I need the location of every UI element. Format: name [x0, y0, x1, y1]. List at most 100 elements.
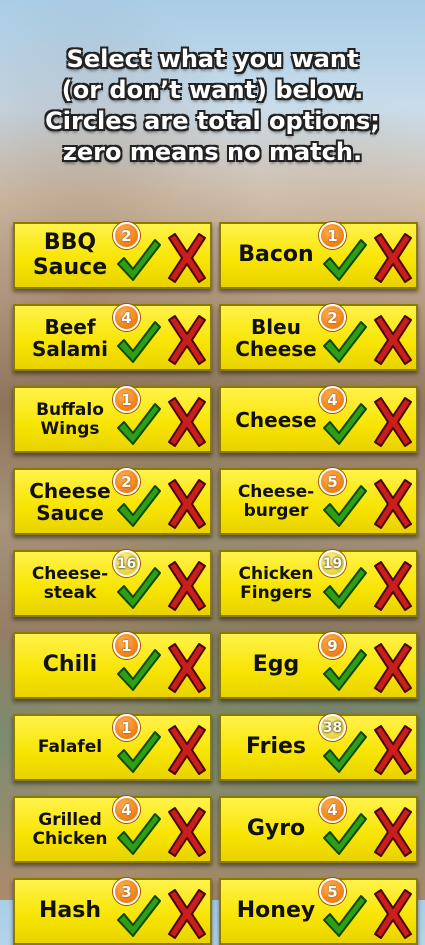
option-count-badge: 19 [319, 550, 346, 577]
option-label-line: Cheese [235, 336, 317, 361]
option-label-line: Gyro [246, 816, 306, 842]
option-label: Bleu Cheese [225, 306, 327, 369]
option-count-badge: 3 [113, 878, 140, 905]
x-mark-icon[interactable] [371, 478, 415, 530]
option-label-line: Egg [252, 652, 300, 678]
option-label-line: Grilled [38, 809, 102, 830]
option-card: Cheese Sauce 2 [13, 468, 212, 535]
option-label-line: Fingers [240, 582, 312, 603]
option-count-badge: 1 [319, 222, 346, 249]
option-label: Hash [19, 880, 121, 943]
option-label-line: Cheese [235, 407, 317, 432]
option-count-badge: 2 [113, 468, 140, 495]
option-card: Bleu Cheese 2 [219, 304, 418, 371]
option-label-line: Cheese- [237, 481, 315, 502]
option-label-line: Hash [38, 898, 101, 924]
option-count-badge: 1 [113, 632, 140, 659]
x-mark-icon[interactable] [371, 232, 415, 284]
option-label-line: Beef [44, 314, 96, 339]
x-mark-icon[interactable] [165, 396, 209, 448]
option-label: Cheese-steak [19, 552, 121, 615]
option-label-line: Cheese- [31, 563, 109, 584]
option-card: Grilled Chicken 4 [13, 796, 212, 863]
x-mark-icon[interactable] [165, 314, 209, 366]
x-mark-icon[interactable] [371, 806, 415, 858]
option-label: Honey [225, 880, 327, 943]
instruction-line: zero means no match. [62, 138, 363, 166]
x-mark-icon[interactable] [371, 314, 415, 366]
option-label: Egg [225, 634, 327, 697]
option-card: Gyro 4 [219, 796, 418, 863]
option-count-badge: 16 [113, 550, 140, 577]
option-card: Cheese 4 [219, 386, 418, 453]
option-label-line: Buffalo [36, 399, 104, 420]
option-count-badge: 1 [113, 714, 140, 741]
option-count-badge: 38 [319, 714, 346, 741]
x-mark-icon[interactable] [371, 396, 415, 448]
option-label: Cheese [225, 388, 327, 451]
option-label: Beef Salami [19, 306, 121, 369]
option-label-line: Honey [236, 898, 316, 924]
option-label: Chili [19, 634, 121, 697]
option-label-line: Chicken [32, 828, 108, 849]
option-count-badge: 9 [319, 632, 346, 659]
option-label-line: Cheese [29, 478, 111, 503]
option-count-badge: 4 [113, 796, 140, 823]
option-label-line: burger [243, 500, 309, 521]
option-card: Cheese-burger 5 [219, 468, 418, 535]
x-mark-icon[interactable] [165, 642, 209, 694]
option-label: Cheese-burger [225, 470, 327, 533]
option-card: Hash 3 [13, 878, 212, 945]
option-label-line: Chicken [238, 563, 314, 584]
option-label-line: Bacon [238, 242, 314, 268]
options-grid: BBQ Sauce 2 Bacon 1 Beef Salami 4 Bleu Cheese 2 Buf… [13, 222, 418, 945]
option-count-badge: 4 [319, 386, 346, 413]
option-count-badge: 5 [319, 468, 346, 495]
option-label: Grilled Chicken [19, 798, 121, 861]
option-count-badge: 5 [319, 878, 346, 905]
option-card: Bacon 1 [219, 222, 418, 289]
option-count-badge: 4 [319, 796, 346, 823]
x-mark-icon[interactable] [165, 232, 209, 284]
option-label: Cheese Sauce [19, 470, 121, 533]
x-mark-icon[interactable] [371, 888, 415, 940]
option-card: Fries 38 [219, 714, 418, 781]
option-label-line: Wings [40, 418, 100, 439]
option-label-line: Sauce [32, 254, 108, 280]
option-label: Chicken Fingers [225, 552, 327, 615]
x-mark-icon[interactable] [371, 642, 415, 694]
option-label-line: BBQ [43, 230, 97, 256]
option-label-line: Salami [32, 336, 108, 361]
x-mark-icon[interactable] [165, 724, 209, 776]
option-label: Bacon [225, 224, 327, 287]
x-mark-icon[interactable] [165, 478, 209, 530]
option-count-badge: 2 [113, 222, 140, 249]
option-card: Egg 9 [219, 632, 418, 699]
instruction-line: (or don’t want) below. [61, 76, 364, 104]
option-card: Cheese-steak 16 [13, 550, 212, 617]
option-label-line: Sauce [36, 500, 104, 525]
x-mark-icon[interactable] [165, 888, 209, 940]
option-label: Gyro [225, 798, 327, 861]
x-mark-icon[interactable] [371, 724, 415, 776]
x-mark-icon[interactable] [371, 560, 415, 612]
option-card: Honey 5 [219, 878, 418, 945]
option-card: Chili 1 [13, 632, 212, 699]
instruction-line: Circles are total options; [45, 107, 380, 135]
option-label-line: Bleu [251, 314, 301, 339]
option-label-line: steak [43, 582, 97, 603]
option-label: Falafel [19, 716, 121, 779]
option-card: Chicken Fingers 19 [219, 550, 418, 617]
instructions-text: Select what you want (or don’t want) bel… [0, 44, 425, 168]
x-mark-icon[interactable] [165, 806, 209, 858]
option-count-badge: 4 [113, 304, 140, 331]
option-label-line: Fries [245, 734, 307, 760]
option-label: Buffalo Wings [19, 388, 121, 451]
option-label-line: Falafel [37, 737, 103, 758]
option-count-badge: 2 [319, 304, 346, 331]
x-mark-icon[interactable] [165, 560, 209, 612]
option-label: Fries [225, 716, 327, 779]
option-card: Buffalo Wings 1 [13, 386, 212, 453]
option-count-badge: 1 [113, 386, 140, 413]
option-card: Beef Salami 4 [13, 304, 212, 371]
